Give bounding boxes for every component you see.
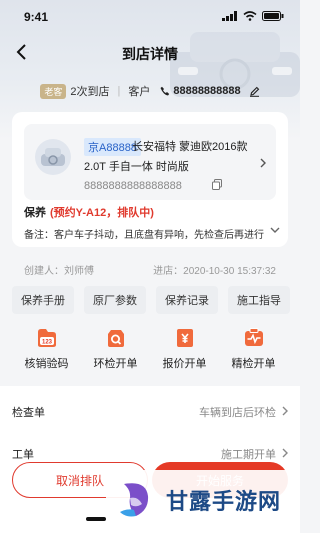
visit-count: 2次到店 (70, 86, 110, 98)
creator: 创建人：刘师傅 (24, 266, 94, 277)
status-icons (222, 11, 284, 21)
construction-guide-button[interactable]: 施工指导 (228, 286, 290, 314)
vehicle-model: 长安福特 蒙迪欧2016款 (132, 141, 248, 153)
car-avatar-icon (35, 139, 71, 175)
list-item-value: 施工期开单 (221, 449, 276, 461)
coupon-code-icon: 123 (37, 329, 56, 347)
status-time: 9:41 (24, 10, 49, 24)
home-indicator (86, 517, 106, 521)
service-card: 京A88888 长安福特 蒙迪欧2016款 2.0T 手自一体 时尚版 8888… (12, 112, 288, 247)
watermark-text: 甘露手游网 (166, 489, 282, 514)
detailed-check-icon (244, 328, 263, 346)
customer-role: 客户 (128, 86, 151, 98)
shortcut-grid: 123 核销验码 环检开单 报价开单 精检开单 (12, 326, 288, 371)
service-type: 保养 (24, 207, 46, 219)
watermark: 甘露手游网 (106, 470, 300, 530)
shortcut-verify-code[interactable]: 123 核销验码 (12, 326, 81, 371)
entry-time: 进店：2020-10-30 15:37:32 (153, 266, 276, 277)
status-bar: 9:41 (0, 0, 300, 30)
shortcut-inspection-order[interactable]: 环检开单 (81, 326, 150, 371)
list-item-label: 检查单 (12, 407, 45, 419)
service-note: 备注：客户车子抖动，且底盘有异响，先检查后再进行... (24, 230, 264, 241)
chevron-right-icon (282, 448, 288, 458)
chevron-down-icon[interactable] (270, 226, 280, 234)
queue-status: (预约Y-A12，排队中) (50, 207, 154, 219)
shortcut-label: 核销验码 (24, 358, 69, 370)
signal-icon (222, 11, 237, 21)
shortcut-quotation-order[interactable]: 报价开单 (150, 326, 219, 371)
navigation-bar: 到店详情 (0, 38, 300, 68)
quotation-icon (176, 329, 193, 347)
shortcut-label: 环检开单 (93, 358, 138, 370)
customer-info: 老客 2次到店 | 客户 88888888888 (0, 82, 300, 100)
phone-icon[interactable] (160, 86, 170, 96)
watermark-logo-icon (120, 483, 149, 517)
chevron-right-icon (282, 406, 288, 416)
page-title: 到店详情 (122, 46, 178, 62)
service-status-line: 保养 (预约Y-A12，排队中) (24, 204, 154, 220)
maintenance-record-button[interactable]: 保养记录 (156, 286, 218, 314)
list-item-label: 工单 (12, 449, 34, 461)
vehicle-trim: 2.0T 手自一体 时尚版 (84, 161, 189, 173)
coupon-code-number: 123 (41, 340, 52, 346)
action-buttons: 保养手册 原厂参数 保养记录 施工指导 (12, 286, 290, 314)
vin-number: 8888888888888888 (84, 180, 182, 192)
divider: | (117, 85, 121, 97)
chevron-right-icon (260, 158, 266, 168)
shortcut-label: 报价开单 (162, 358, 207, 370)
battery-icon (262, 11, 284, 21)
oem-params-button[interactable]: 原厂参数 (84, 286, 146, 314)
copy-icon[interactable] (212, 179, 222, 190)
shortcut-label: 精检开单 (231, 358, 276, 370)
customer-phone[interactable]: 88888888888 (173, 85, 240, 97)
returning-customer-badge: 老客 (40, 83, 67, 99)
shortcut-detailed-check-order[interactable]: 精检开单 (219, 326, 288, 371)
list-item-inspection[interactable]: 检查单 车辆到店后环检 (12, 404, 288, 424)
vehicle-info[interactable]: 京A88888 长安福特 蒙迪欧2016款 2.0T 手自一体 时尚版 8888… (24, 124, 276, 200)
inspection-search-icon (107, 330, 124, 347)
edit-icon[interactable] (249, 86, 260, 97)
wifi-icon (243, 11, 257, 21)
list-item-value: 车辆到店后环检 (199, 407, 276, 419)
maintenance-manual-button[interactable]: 保养手册 (12, 286, 74, 314)
